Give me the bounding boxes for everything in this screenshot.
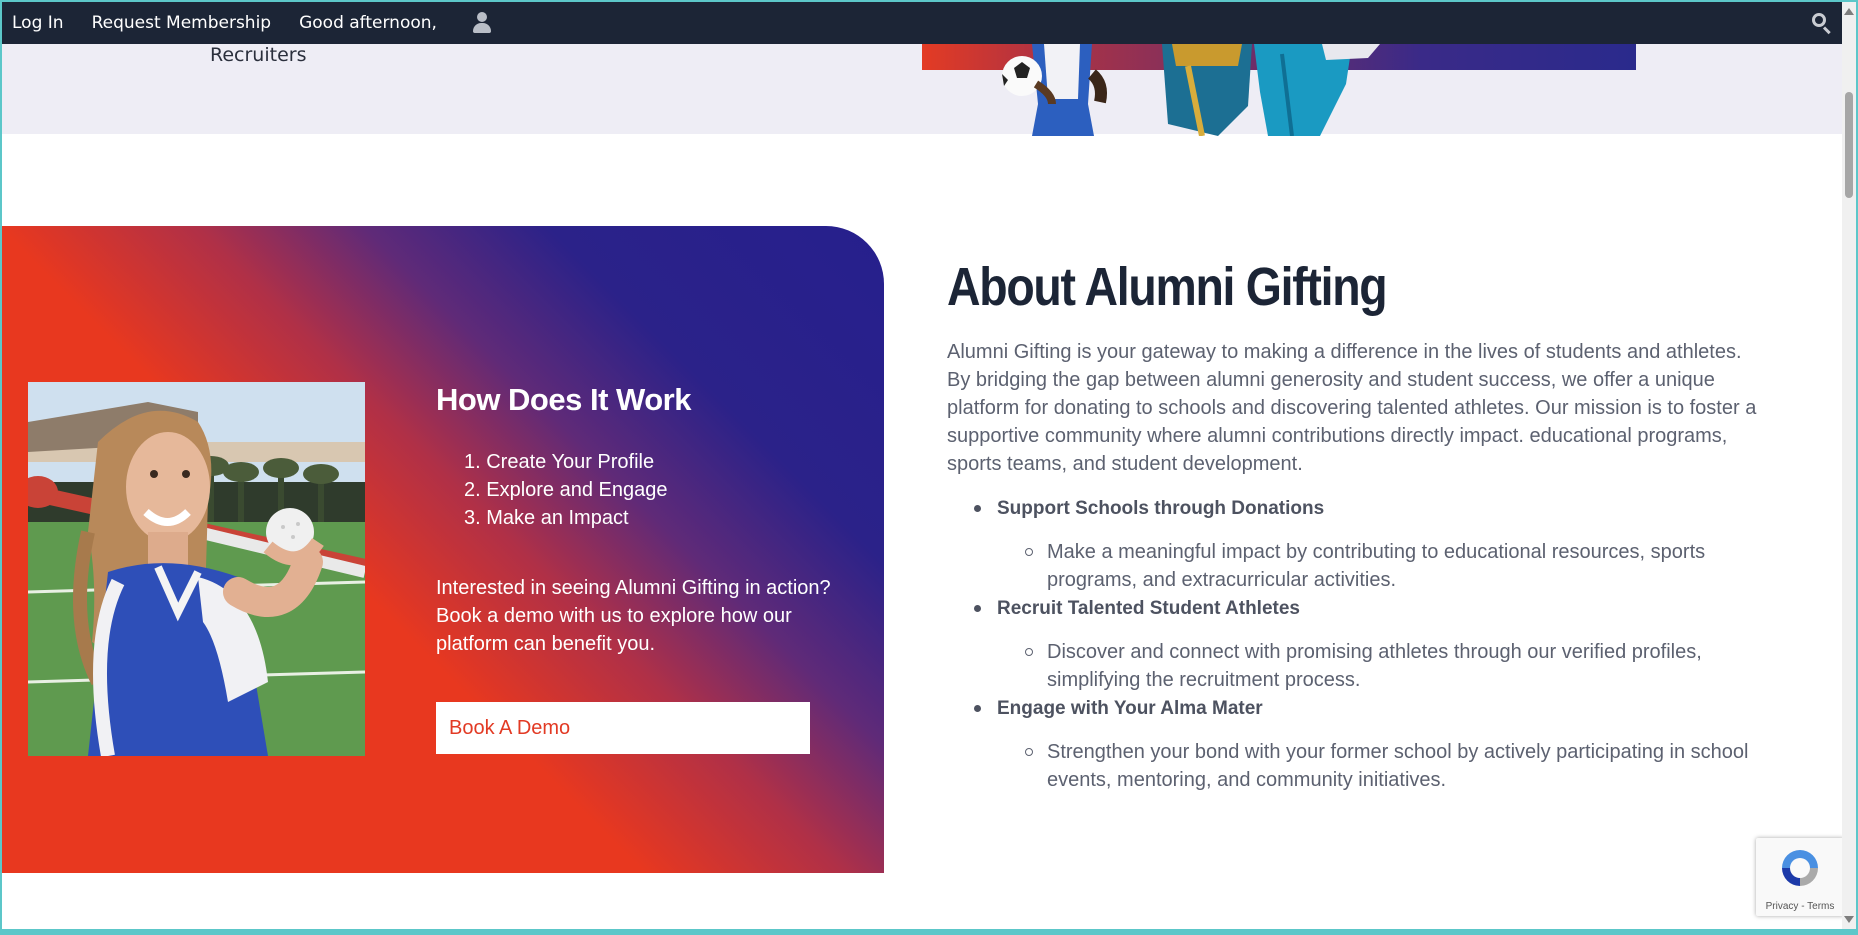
demo-invitation-text: Interested in seeing Alumni Gifting in a…	[436, 577, 831, 655]
circle-bullet-icon	[1025, 548, 1033, 556]
circle-bullet-icon	[1025, 648, 1033, 656]
circle-bullet-icon	[1025, 748, 1033, 756]
login-link[interactable]: Log In	[2, 2, 74, 44]
step-item: 1. Create Your Profile	[464, 451, 655, 473]
features-list: Support Schools through Donations Make a…	[947, 494, 1762, 794]
how-it-works-title: How Does It Work	[436, 382, 691, 417]
recaptcha-icon	[1782, 850, 1818, 886]
feature-details: Strengthen your bond with your former sc…	[997, 738, 1762, 794]
feature-item: Engage with Your Alma Mater Strengthen y…	[947, 694, 1762, 794]
scrollbar-thumb[interactable]	[1845, 92, 1853, 198]
feature-heading: Support Schools through Donations	[997, 498, 1325, 519]
feature-detail: Strengthen your bond with your former sc…	[997, 738, 1762, 794]
feature-detail-text: Strengthen your bond with your former sc…	[1047, 741, 1749, 791]
recruiters-label: Recruiters	[210, 44, 307, 66]
bullet-icon	[974, 705, 981, 712]
feature-item: Recruit Talented Student Athletes Discov…	[947, 594, 1762, 694]
hero-athletes-image	[1002, 44, 1380, 136]
about-title: About Alumni Gifting	[947, 257, 1388, 317]
top-navigation-bar: Log In Request Membership Good afternoon…	[2, 2, 1844, 44]
about-section: About Alumni Gifting Alumni Gifting is y…	[947, 256, 1762, 794]
feature-detail: Make a meaningful impact by contributing…	[997, 538, 1762, 594]
step-item: 2. Explore and Engage	[464, 479, 668, 501]
feature-detail: Discover and connect with promising athl…	[997, 638, 1762, 694]
feature-details: Make a meaningful impact by contributing…	[997, 538, 1762, 594]
feature-detail-text: Discover and connect with promising athl…	[1047, 641, 1702, 691]
user-account-icon[interactable]	[471, 11, 493, 35]
about-intro: Alumni Gifting is your gateway to making…	[947, 341, 1757, 475]
page-scrollbar[interactable]	[1842, 2, 1856, 929]
steps-list: 1. Create Your Profile 2. Explore and En…	[464, 448, 668, 532]
greeting-text: Good afternoon,	[299, 13, 437, 33]
bullet-icon	[974, 605, 981, 612]
request-membership-link[interactable]: Request Membership	[82, 2, 282, 44]
feature-heading: Recruit Talented Student Athletes	[997, 598, 1300, 619]
browser-viewport: Log In Request Membership Good afternoon…	[0, 0, 1858, 935]
feature-item: Support Schools through Donations Make a…	[947, 494, 1762, 594]
feature-details: Discover and connect with promising athl…	[997, 638, 1762, 694]
scroll-up-icon[interactable]	[1844, 8, 1854, 15]
how-it-works-panel: How Does It Work 1. Create Your Profile …	[2, 226, 884, 873]
feature-heading: Engage with Your Alma Mater	[997, 698, 1263, 719]
athlete-photo	[28, 382, 365, 756]
recaptcha-badge[interactable]: Privacy - Terms	[1756, 838, 1844, 916]
search-icon[interactable]	[1812, 13, 1832, 35]
bullet-icon	[974, 505, 981, 512]
scroll-down-icon[interactable]	[1844, 916, 1854, 923]
feature-detail-text: Make a meaningful impact by contributing…	[1047, 541, 1706, 591]
recaptcha-terms[interactable]: Privacy - Terms	[1756, 901, 1844, 912]
step-item: 3. Make an Impact	[464, 507, 629, 529]
hero-section: Recruiters	[2, 44, 1844, 136]
book-demo-button[interactable]: Book A Demo	[436, 702, 810, 754]
